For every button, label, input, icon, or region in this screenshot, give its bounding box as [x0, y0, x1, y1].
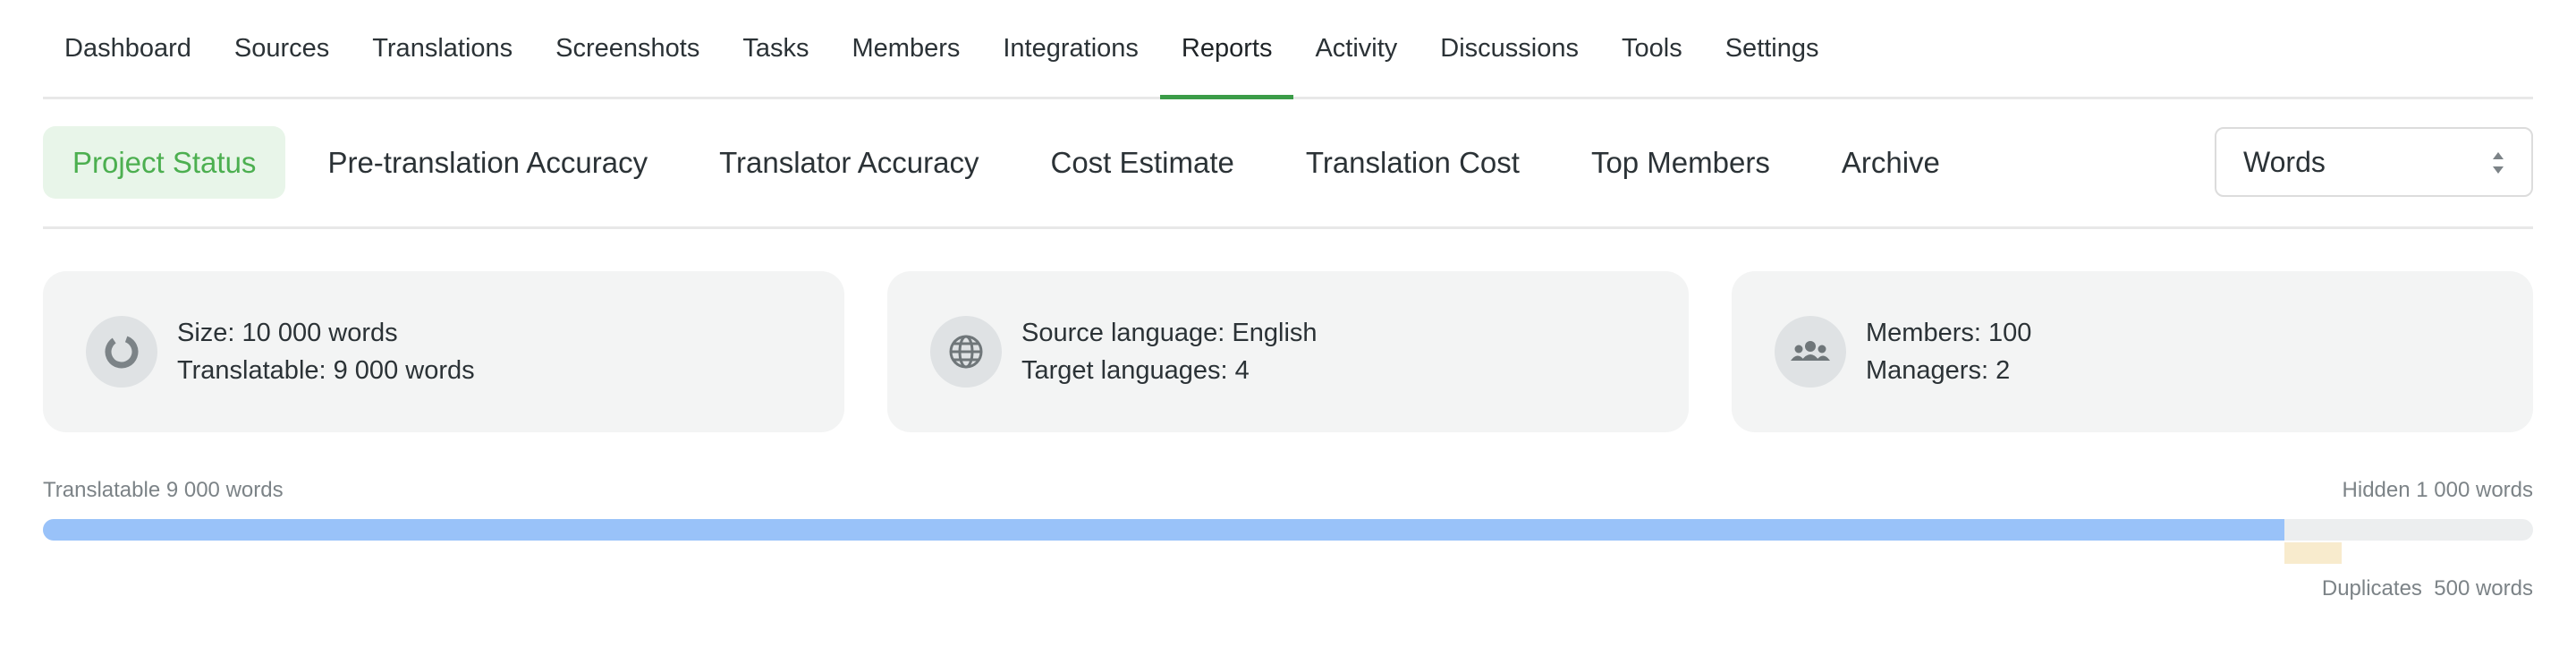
- hidden-label: Hidden 1 000 words: [2342, 478, 2533, 502]
- duplicates-bar: [2284, 542, 2343, 564]
- target-languages-text: Target languages: 4: [1021, 356, 1250, 385]
- translatable-label: Translatable 9 000 words: [43, 478, 284, 502]
- nav-tools[interactable]: Tools: [1600, 0, 1704, 97]
- people-icon: [1775, 316, 1846, 388]
- words-progress-bar: [43, 519, 2533, 541]
- size-card: Size: 10 000 words Translatable: 9 000 w…: [43, 271, 844, 432]
- nav-activity[interactable]: Activity: [1293, 0, 1419, 97]
- nav-discussions[interactable]: Discussions: [1419, 0, 1600, 97]
- unit-select-value: Words: [2243, 145, 2326, 178]
- donut-chart-icon: [86, 316, 157, 388]
- tab-translator-accuracy[interactable]: Translator Accuracy: [690, 126, 1008, 199]
- duplicates-label: Duplicates 500 words: [2322, 576, 2533, 601]
- members-card: Members: 100 Managers: 2: [1732, 271, 2533, 432]
- globe-icon: [930, 316, 1002, 388]
- translatable-text: Translatable: 9 000 words: [177, 356, 475, 385]
- tab-translation-cost[interactable]: Translation Cost: [1276, 126, 1549, 199]
- unit-select[interactable]: Words: [2215, 127, 2533, 197]
- summary-cards: Size: 10 000 words Translatable: 9 000 w…: [43, 271, 2533, 432]
- nav-dashboard[interactable]: Dashboard: [43, 0, 213, 97]
- nav-integrations[interactable]: Integrations: [981, 0, 1160, 97]
- duplicates-title: Duplicates: [2321, 576, 2422, 601]
- tab-project-status[interactable]: Project Status: [43, 126, 286, 199]
- tab-top-members[interactable]: Top Members: [1562, 126, 1800, 199]
- tab-cost-estimate[interactable]: Cost Estimate: [1021, 126, 1263, 199]
- report-subnav: Project Status Pre-translation Accuracy …: [43, 126, 2533, 229]
- nav-screenshots[interactable]: Screenshots: [534, 0, 721, 97]
- nav-settings[interactable]: Settings: [1704, 0, 1841, 97]
- nav-members[interactable]: Members: [831, 0, 982, 97]
- translatable-fill: [43, 519, 2284, 541]
- languages-card: Source language: English Target language…: [887, 271, 1689, 432]
- tab-archive[interactable]: Archive: [1812, 126, 1970, 199]
- top-nav: Dashboard Sources Translations Screensho…: [43, 0, 2533, 99]
- sort-arrows-icon: [2493, 152, 2504, 174]
- members-text: Members: 100: [1866, 319, 2032, 347]
- nav-tasks[interactable]: Tasks: [721, 0, 830, 97]
- tab-pre-translation-accuracy[interactable]: Pre-translation Accuracy: [298, 126, 677, 199]
- source-language-text: Source language: English: [1021, 319, 1318, 347]
- duplicates-value: 500 words: [2434, 576, 2533, 601]
- size-text: Size: 10 000 words: [177, 319, 398, 347]
- managers-text: Managers: 2: [1866, 356, 2011, 385]
- nav-translations[interactable]: Translations: [351, 0, 534, 97]
- nav-reports[interactable]: Reports: [1159, 0, 1294, 99]
- nav-sources[interactable]: Sources: [213, 0, 351, 97]
